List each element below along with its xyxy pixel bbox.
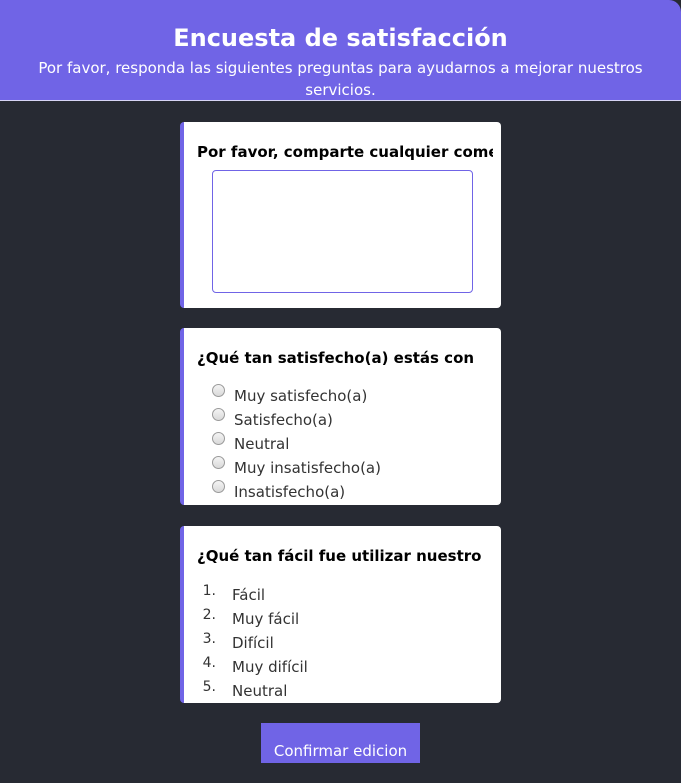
radio-option[interactable]: Neutral bbox=[212, 430, 492, 453]
list-label: Fácil bbox=[232, 586, 266, 604]
radio-option[interactable]: Insatisfecho(a) bbox=[212, 478, 492, 501]
radio-option[interactable]: Muy satisfecho(a) bbox=[212, 382, 492, 405]
list-item[interactable]: 1. Fácil bbox=[184, 582, 484, 604]
page-title: Encuesta de satisfacción bbox=[173, 24, 508, 52]
list-item[interactable]: 3. Difícil bbox=[184, 630, 484, 652]
list-number: 2. bbox=[202, 607, 216, 623]
radio-label: Neutral bbox=[234, 435, 290, 453]
list-number: 4. bbox=[202, 655, 216, 671]
page-subtitle: Por favor, responda las siguientes pregu… bbox=[38, 59, 643, 99]
question-card-satisfaction: ¿Qué tan satisfecho(a) estás con Muy sat… bbox=[180, 328, 501, 505]
list-number: 3. bbox=[202, 631, 216, 647]
list-item[interactable]: 5. Neutral bbox=[184, 678, 484, 700]
radio-option[interactable]: Muy insatisfecho(a) bbox=[212, 454, 492, 477]
question-title: ¿Qué tan fácil fue utilizar nuestro bbox=[197, 547, 482, 565]
radio-button[interactable] bbox=[212, 432, 225, 445]
radio-button[interactable] bbox=[212, 480, 225, 493]
question-title: ¿Qué tan satisfecho(a) estás con bbox=[197, 349, 475, 367]
question-card-ease: ¿Qué tan fácil fue utilizar nuestro 1. F… bbox=[180, 526, 501, 703]
comments-textarea[interactable] bbox=[212, 170, 473, 293]
survey-header: Encuesta de satisfacción Por favor, resp… bbox=[0, 0, 681, 101]
radio-option[interactable]: Satisfecho(a) bbox=[212, 406, 492, 429]
question-card-comments: Por favor, comparte cualquier comentario bbox=[180, 122, 501, 308]
list-label: Difícil bbox=[232, 634, 274, 652]
radio-label: Muy satisfecho(a) bbox=[234, 387, 368, 405]
radio-button[interactable] bbox=[212, 384, 225, 397]
list-item[interactable]: 4. Muy difícil bbox=[184, 654, 484, 676]
list-label: Muy fácil bbox=[232, 610, 300, 628]
submit-button[interactable]: Confirmar edicion bbox=[261, 723, 420, 763]
radio-label: Muy insatisfecho(a) bbox=[234, 459, 381, 477]
list-item[interactable]: 2. Muy fácil bbox=[184, 606, 484, 628]
list-label: Neutral bbox=[232, 682, 288, 700]
list-number: 1. bbox=[202, 583, 216, 599]
question-title: Por favor, comparte cualquier comentario bbox=[197, 143, 493, 161]
list-label: Muy difícil bbox=[232, 658, 308, 676]
radio-button[interactable] bbox=[212, 456, 225, 469]
radio-label: Insatisfecho(a) bbox=[234, 483, 346, 501]
radio-label: Satisfecho(a) bbox=[234, 411, 333, 429]
radio-button[interactable] bbox=[212, 408, 225, 421]
list-number: 5. bbox=[202, 679, 216, 695]
